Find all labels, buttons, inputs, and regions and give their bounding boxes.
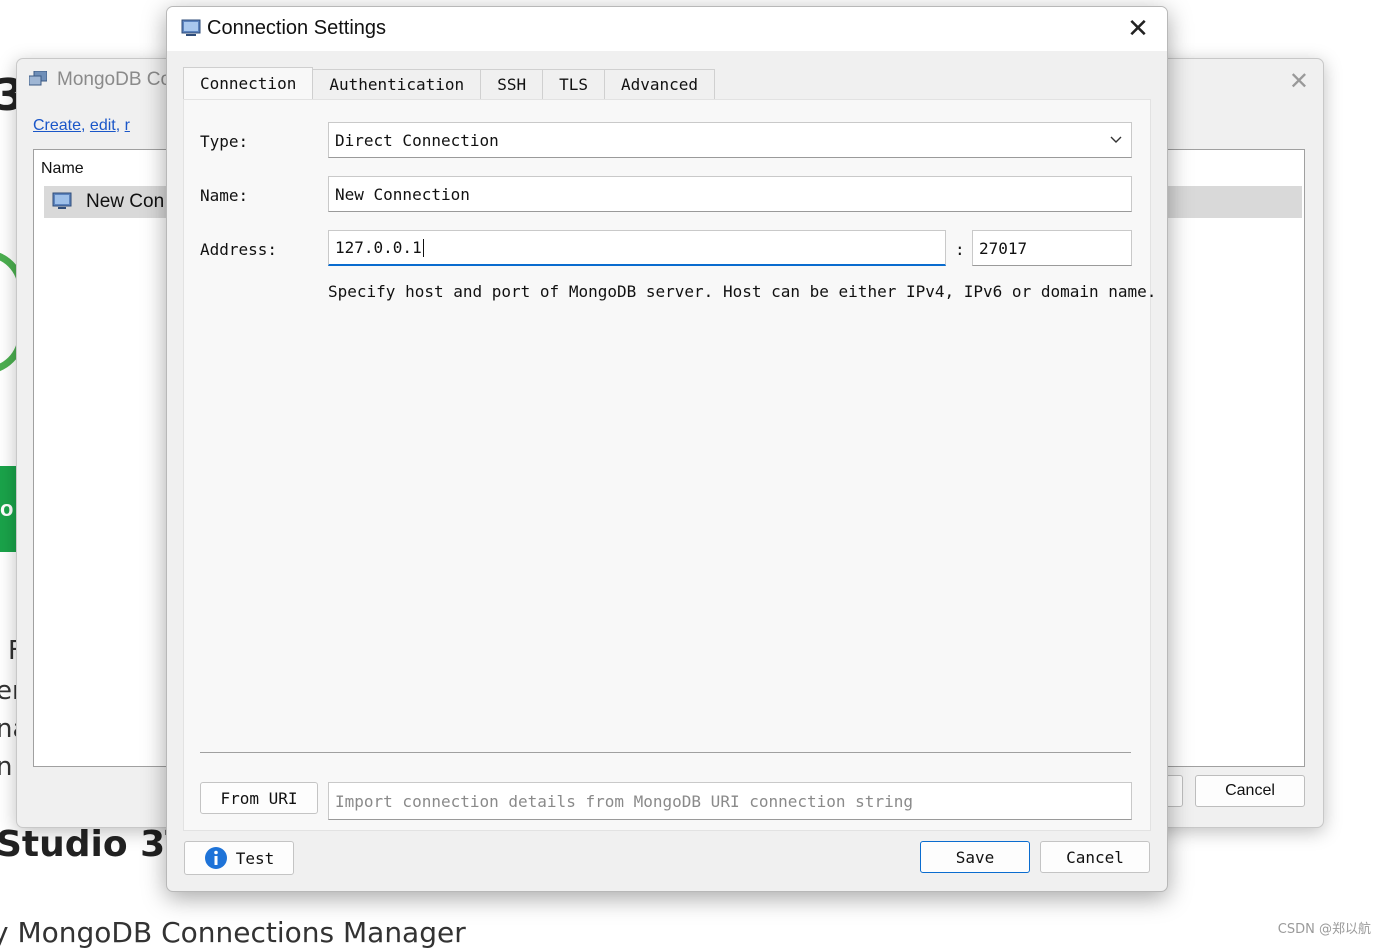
server-icon [181, 19, 201, 36]
from-uri-button[interactable]: From URI [200, 782, 318, 814]
info-icon [204, 847, 227, 869]
remove-link[interactable]: r [125, 117, 130, 134]
port-separator: : [955, 240, 965, 259]
divider [200, 752, 1131, 753]
cancel-button[interactable]: Cancel [1195, 775, 1305, 807]
port-input[interactable]: 27017 [972, 230, 1132, 266]
background-green-badge: o [0, 466, 16, 552]
connection-actions: Create, edit, r [33, 117, 130, 134]
create-link[interactable]: Create [33, 117, 81, 134]
host-input[interactable]: 127.0.0.1 [328, 230, 946, 266]
name-column-header[interactable]: Name [41, 160, 84, 178]
background-text-fragment: n [0, 752, 13, 782]
tab-ssh[interactable]: SSH [480, 69, 544, 99]
uri-placeholder: Import connection details from MongoDB U… [335, 791, 913, 811]
address-hint: Specify host and port of MongoDB server.… [328, 282, 1157, 301]
connection-name: New Con [86, 191, 165, 212]
tab-tls[interactable]: TLS [542, 69, 605, 99]
tab-connection[interactable]: Connection [183, 67, 314, 99]
connection-manager-icon [29, 71, 47, 86]
server-icon [52, 192, 72, 209]
background-subtitle: y MongoDB Connections Manager [0, 916, 466, 949]
connection-name-input[interactable]: New Connection [328, 176, 1132, 212]
close-icon[interactable]: ✕ [1123, 13, 1153, 43]
tab-authentication[interactable]: Authentication [312, 69, 482, 99]
connection-type-value: Direct Connection [335, 130, 499, 150]
connection-tab-panel: Type: Direct Connection Name: New Connec… [183, 99, 1156, 831]
connection-manager-title: MongoDB Co [57, 69, 172, 90]
background-product-title: Studio 3T [0, 824, 190, 865]
cancel-button[interactable]: Cancel [1040, 841, 1150, 873]
chevron-down-icon [1110, 136, 1122, 143]
name-label: Name: [200, 186, 249, 205]
close-icon[interactable]: ✕ [1289, 67, 1309, 96]
uri-input[interactable]: Import connection details from MongoDB U… [328, 782, 1132, 820]
dialog-titlebar[interactable]: Connection Settings ✕ [167, 7, 1167, 51]
connection-settings-dialog: Connection Settings ✕ Connection Authent… [166, 6, 1168, 892]
save-button[interactable]: Save [920, 841, 1030, 873]
type-label: Type: [200, 132, 249, 151]
text-cursor [422, 238, 424, 257]
test-button[interactable]: Test [184, 841, 294, 875]
address-label: Address: [200, 240, 278, 259]
tab-advanced[interactable]: Advanced [604, 69, 716, 99]
settings-tabs: Connection Authentication SSH TLS Advanc… [183, 67, 716, 99]
watermark: CSDN @郑以航 [1277, 922, 1371, 937]
dialog-title: Connection Settings [207, 17, 387, 39]
connection-type-select[interactable]: Direct Connection [328, 122, 1132, 158]
edit-link[interactable]: edit [90, 117, 116, 134]
